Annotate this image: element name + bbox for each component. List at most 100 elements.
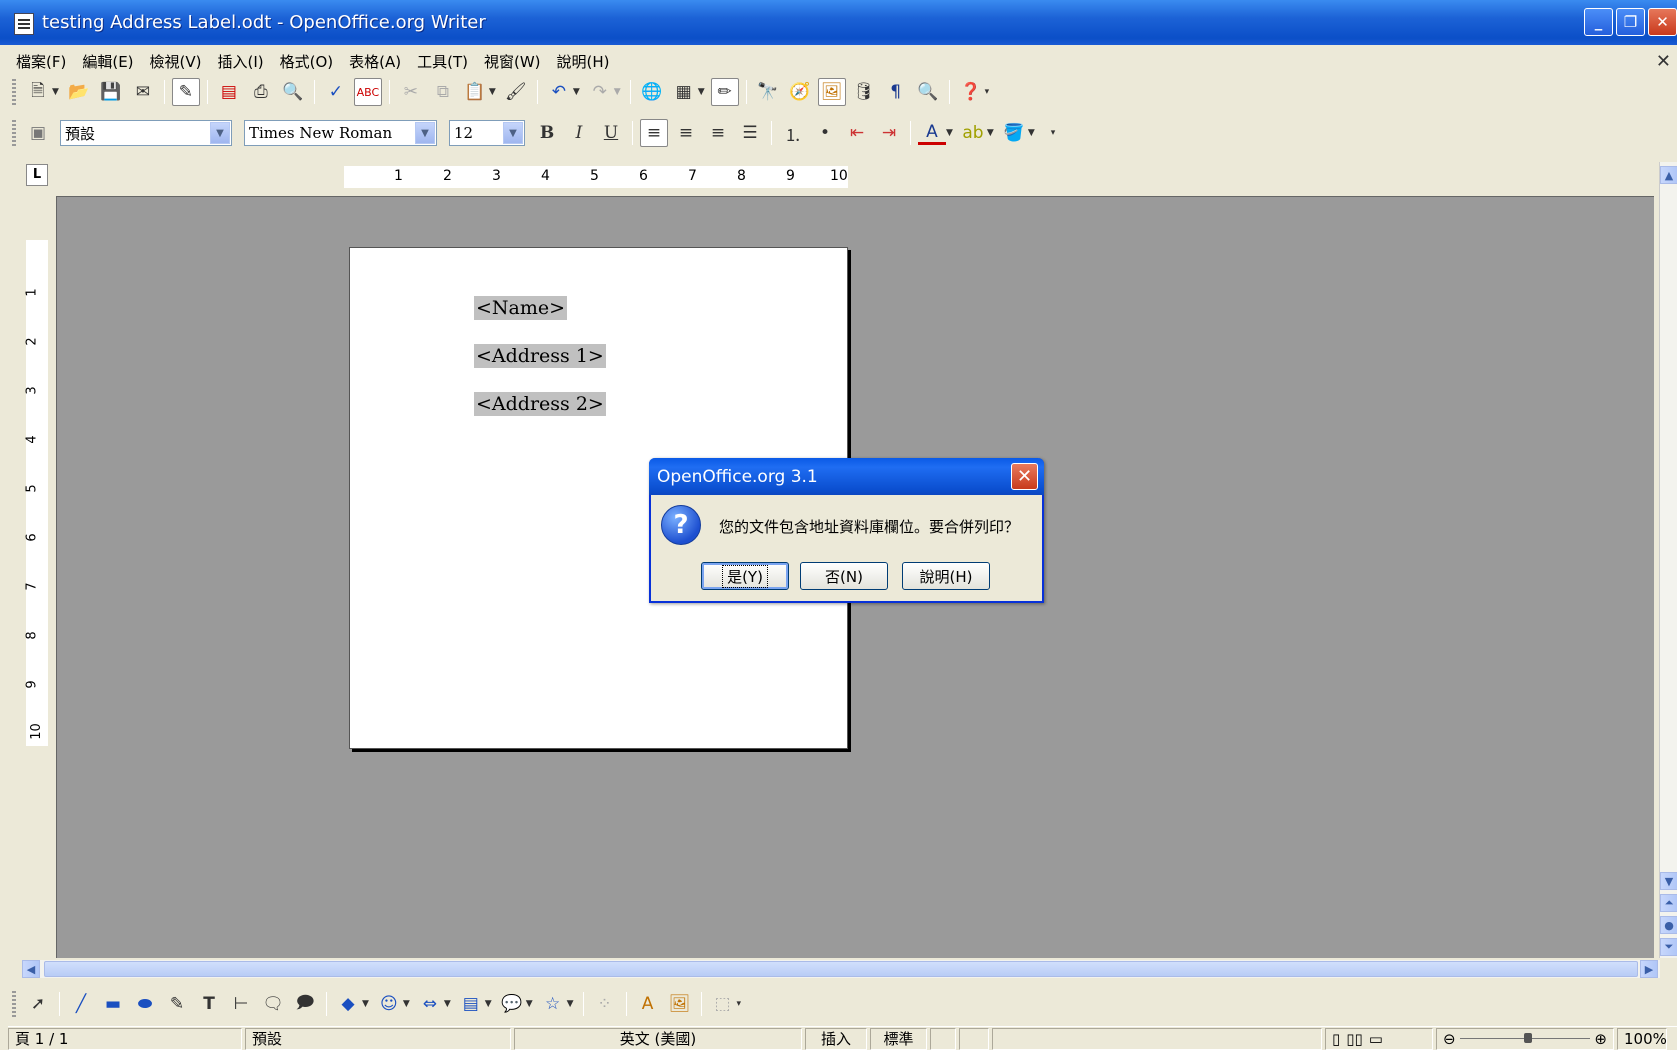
block-arrows-icon[interactable]: ⇔ [416, 990, 444, 1018]
callouts-icon[interactable]: 🗨 [259, 990, 287, 1018]
multi-page-view-icon[interactable]: ▯▯ [1346, 1030, 1363, 1048]
previous-page-icon[interactable]: ⏶ [1660, 894, 1677, 912]
table-dropdown-icon[interactable]: ▼ [698, 87, 705, 97]
undo-dropdown-icon[interactable]: ▼ [573, 87, 580, 97]
italic-button[interactable]: I [565, 119, 593, 147]
flowcharts-icon[interactable]: ▤ [457, 990, 485, 1018]
undo-icon[interactable]: ↶ [545, 78, 573, 106]
address1-field[interactable]: <Address 1> [474, 344, 606, 368]
chevron-down-icon[interactable]: ▼ [415, 122, 435, 144]
open-icon[interactable]: 📂 [65, 78, 93, 106]
toolbar-grip[interactable] [12, 120, 16, 146]
help-button[interactable]: 說明(H) [902, 562, 990, 590]
digital-signature-indicator[interactable] [959, 1027, 989, 1050]
toolbar-overflow-icon[interactable]: ▾ [737, 999, 742, 1009]
points-icon[interactable]: ⁘ [591, 990, 619, 1018]
print-preview-icon[interactable]: 🔍 [279, 78, 307, 106]
find-replace-icon[interactable]: 🔭 [754, 78, 782, 106]
background-color-icon[interactable]: 🪣 [1000, 119, 1028, 147]
justify-icon[interactable]: ☰ [736, 119, 764, 147]
address2-field[interactable]: <Address 2> [474, 392, 606, 416]
no-button[interactable]: 否(N) [800, 562, 888, 590]
copy-icon[interactable]: ⧉ [429, 78, 457, 106]
menu-help[interactable]: 說明(H) [549, 51, 618, 72]
zoom-in-icon[interactable]: ⊕ [1594, 1030, 1607, 1048]
cut-icon[interactable]: ✂ [397, 78, 425, 106]
align-right-icon[interactable]: ≡ [704, 119, 732, 147]
highlight-icon[interactable]: ab [959, 119, 987, 147]
symbol-shapes-icon[interactable]: ☺ [375, 990, 403, 1018]
ellipse-icon[interactable]: ⬬ [131, 990, 159, 1018]
document-modified-indicator[interactable] [930, 1027, 956, 1050]
spellcheck-icon[interactable]: ✓ [322, 78, 350, 106]
restore-button[interactable]: ❐ [1616, 8, 1645, 36]
underline-button[interactable]: U [597, 119, 625, 147]
scroll-left-icon[interactable]: ◀ [22, 960, 40, 978]
close-window-button[interactable]: ✕ [1648, 8, 1677, 36]
autospellcheck-icon[interactable]: ABC [353, 78, 382, 106]
line-icon[interactable]: ╱ [67, 990, 95, 1018]
navigator-icon[interactable]: 🧭 [786, 78, 814, 106]
dialog-titlebar[interactable]: OpenOffice.org 3.1 [649, 458, 1044, 495]
zoom-level[interactable]: 100% [1617, 1027, 1667, 1050]
zoom-out-icon[interactable]: ⊖ [1443, 1030, 1456, 1048]
zoom-slider[interactable]: ⊖ ⊕ [1436, 1027, 1614, 1050]
selection-mode[interactable]: 標準 [870, 1027, 927, 1050]
fontwork-gallery-icon[interactable]: A [634, 990, 662, 1018]
scrollbar-thumb[interactable] [44, 961, 1638, 977]
font-color-dropdown-icon[interactable]: ▼ [946, 128, 953, 138]
navigation-icon[interactable]: ● [1660, 916, 1677, 934]
format-paintbrush-icon[interactable]: 🖌 [502, 78, 530, 106]
scroll-up-icon[interactable]: ▲ [1660, 166, 1677, 184]
new-document-icon[interactable]: 🗎 [24, 78, 52, 106]
toolbar-overflow-icon[interactable]: ▾ [985, 87, 990, 97]
background-dropdown-icon[interactable]: ▼ [1028, 128, 1035, 138]
extrusion-icon[interactable]: ⬚ [709, 990, 737, 1018]
book-view-icon[interactable]: ▭ [1369, 1030, 1383, 1048]
language[interactable]: 英文 (美國) [514, 1027, 802, 1050]
bold-button[interactable]: B [533, 119, 561, 147]
dialog-close-button[interactable]: ✕ [1011, 463, 1038, 490]
save-icon[interactable]: 💾 [97, 78, 125, 106]
decrease-indent-icon[interactable]: ⇤ [843, 119, 871, 147]
flowcharts-dropdown-icon[interactable]: ▼ [485, 999, 492, 1009]
text-icon[interactable]: T [195, 990, 223, 1018]
close-document-button[interactable]: ✕ [1656, 51, 1671, 72]
menu-file[interactable]: 檔案(F) [8, 51, 74, 72]
hyperlink-icon[interactable]: 🌐 [638, 78, 666, 106]
menu-view[interactable]: 檢視(V) [142, 51, 210, 72]
paste-icon[interactable]: 📋 [461, 78, 489, 106]
basic-shapes-icon[interactable]: ◆ [334, 990, 362, 1018]
help-icon[interactable]: ❓ [957, 78, 985, 106]
chevron-down-icon[interactable]: ▼ [210, 122, 230, 144]
menu-insert[interactable]: 插入(I) [210, 51, 272, 72]
export-pdf-icon[interactable]: ▤ [215, 78, 243, 106]
rectangle-icon[interactable]: ▬ [99, 990, 127, 1018]
scroll-right-icon[interactable]: ▶ [1640, 960, 1658, 978]
next-page-icon[interactable]: ⏷ [1660, 938, 1677, 956]
increase-indent-icon[interactable]: ⇥ [875, 119, 903, 147]
callout-shapes-dropdown-icon[interactable]: ▼ [526, 999, 533, 1009]
gallery-icon[interactable]: 🖼 [817, 78, 846, 106]
toolbar-grip[interactable] [12, 991, 16, 1017]
email-icon[interactable]: ✉ [129, 78, 157, 106]
print-icon[interactable]: ⎙ [247, 78, 275, 106]
page-count[interactable]: 頁 1 / 1 [8, 1027, 242, 1050]
data-sources-icon[interactable]: 🛢 [850, 78, 878, 106]
horizontal-ruler[interactable]: 1 2 3 4 5 6 7 8 9 10 [54, 160, 1654, 190]
single-page-view-icon[interactable]: ▯ [1332, 1030, 1340, 1048]
table-icon[interactable]: ▦ [670, 78, 698, 106]
vertical-callouts-icon[interactable]: 🗩 [291, 990, 319, 1018]
vertical-ruler[interactable]: 1 2 3 4 5 6 7 8 9 10 [25, 240, 48, 746]
align-center-icon[interactable]: ≡ [672, 119, 700, 147]
paste-dropdown-icon[interactable]: ▼ [489, 87, 496, 97]
callout-shapes-icon[interactable]: 💬 [498, 990, 526, 1018]
vertical-text-icon[interactable]: ⊢ [227, 990, 255, 1018]
stars-icon[interactable]: ☆ [539, 990, 567, 1018]
menu-table[interactable]: 表格(A) [341, 51, 409, 72]
symbol-shapes-dropdown-icon[interactable]: ▼ [403, 999, 410, 1009]
highlight-dropdown-icon[interactable]: ▼ [987, 128, 994, 138]
minimize-button[interactable]: _ [1584, 8, 1613, 36]
tab-stop-selector[interactable]: L [26, 164, 48, 186]
stars-dropdown-icon[interactable]: ▼ [567, 999, 574, 1009]
